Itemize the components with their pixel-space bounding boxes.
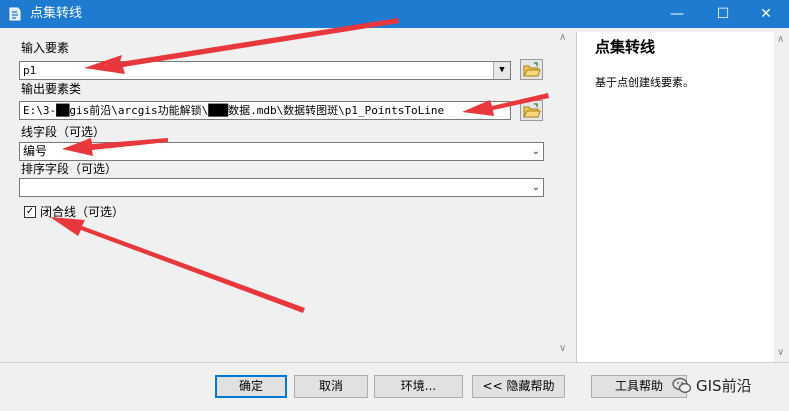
help-title: 点集转线 — [595, 38, 656, 56]
minimize-button[interactable]: — — [654, 0, 700, 28]
hide-help-button[interactable]: << 隐藏帮助 — [472, 375, 565, 398]
close-line-checkbox[interactable]: ✓ — [24, 206, 36, 218]
folder-icon — [523, 62, 541, 77]
output-feature-class-label: 输出要素类 — [21, 82, 82, 96]
ok-button[interactable]: 确定 — [215, 375, 287, 398]
title-bar: 点集转线 — ☐ ✕ — [0, 0, 789, 28]
sort-field-dropdown[interactable]: ⌄ — [19, 178, 544, 197]
close-line-label: 闭合线（可选） — [40, 205, 125, 219]
scroll-up-icon[interactable]: ∧ — [559, 32, 566, 43]
output-feature-class-input[interactable]: E:\3-██gis前沿\arcgis功能解锁\███数据.mdb\数据转图斑\… — [19, 101, 511, 120]
watermark-text: GIS前沿 — [696, 377, 752, 395]
environments-button[interactable]: 环境... — [374, 375, 463, 398]
dropdown-arrow-icon[interactable]: ▼ — [493, 62, 510, 79]
help-scrollbar[interactable]: ∧ ∨ — [774, 32, 789, 362]
parameters-scrollbar[interactable]: ∧ ∨ — [555, 28, 572, 360]
browse-input-button[interactable] — [520, 59, 543, 80]
toolbox-icon — [9, 7, 21, 21]
help-description: 基于点创建线要素。 — [595, 76, 694, 89]
input-features-dropdown[interactable]: p1 ▼ — [19, 61, 511, 80]
folder-icon — [523, 103, 541, 118]
button-bar: 确定 取消 环境... << 隐藏帮助 工具帮助 GIS前沿 — [0, 362, 789, 411]
close-button[interactable]: ✕ — [743, 0, 789, 28]
line-field-dropdown[interactable]: 编号 ⌄ — [19, 142, 544, 161]
input-features-value: p1 — [23, 64, 37, 77]
input-features-label: 输入要素 — [21, 41, 70, 55]
cancel-button[interactable]: 取消 — [294, 375, 368, 398]
window-title: 点集转线 — [30, 6, 83, 21]
chevron-down-icon: ⌄ — [531, 146, 540, 157]
browse-output-button[interactable] — [520, 100, 543, 121]
scroll-down-icon[interactable]: ∨ — [559, 343, 566, 354]
sort-field-label: 排序字段（可选） — [21, 162, 118, 176]
line-field-value: 编号 — [23, 144, 48, 158]
help-pane: 点集转线 基于点创建线要素。 — [576, 32, 776, 362]
scroll-down-icon[interactable]: ∨ — [777, 347, 784, 358]
wechat-icon — [672, 377, 692, 393]
parameters-pane: 输入要素 p1 ▼ 输出要素类 E:\3-██gis前沿\arcgis功能解锁\… — [0, 28, 574, 360]
chevron-down-icon: ⌄ — [531, 182, 540, 193]
maximize-button[interactable]: ☐ — [700, 0, 746, 28]
output-feature-class-value: E:\3-██gis前沿\arcgis功能解锁\███数据.mdb\数据转图斑\… — [23, 104, 445, 117]
scroll-up-icon[interactable]: ∧ — [777, 34, 784, 45]
line-field-label: 线字段（可选） — [21, 125, 106, 139]
